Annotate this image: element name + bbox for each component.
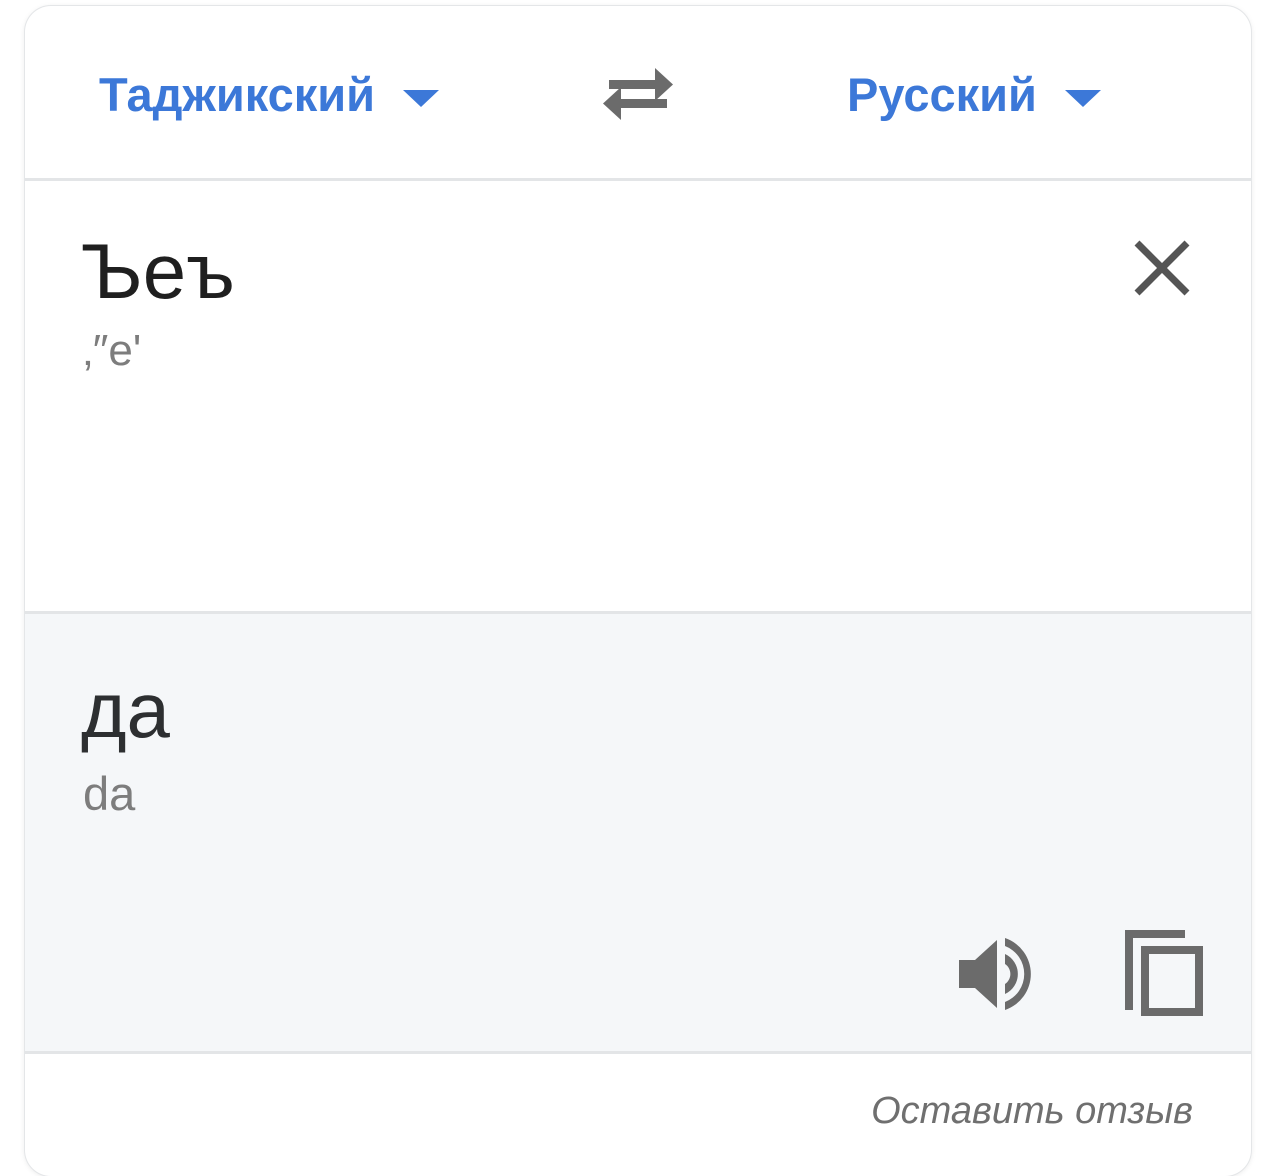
translation-output-area: да da <box>25 614 1251 1054</box>
speaker-icon <box>959 938 1031 1010</box>
source-transliteration: ‚″e' <box>83 326 142 375</box>
source-language-label: Таджикский <box>99 67 376 121</box>
source-language-selector[interactable]: Таджикский <box>99 64 440 124</box>
language-bar: Таджикский Русский <box>25 6 1251 181</box>
listen-button[interactable] <box>953 932 1037 1016</box>
clear-input-button[interactable] <box>1129 235 1195 301</box>
copy-icon <box>1125 930 1203 1016</box>
swap-languages-button[interactable] <box>597 58 679 130</box>
translate-card: Таджикский Русский Ъеъ ‚″e' да da Остави… <box>25 6 1251 1176</box>
target-language-label: Русский <box>847 67 1037 121</box>
feedback-link[interactable]: Оставить отзыв <box>871 1090 1193 1133</box>
translated-text: да <box>81 666 170 754</box>
copy-translation-button[interactable] <box>1121 926 1211 1022</box>
close-icon <box>1134 240 1190 296</box>
swap-icon <box>603 68 673 120</box>
translated-transliteration: da <box>83 767 136 820</box>
source-text[interactable]: Ъеъ <box>81 221 235 321</box>
source-input-area[interactable]: Ъеъ ‚″e' <box>25 181 1251 614</box>
caret-down-icon <box>1064 89 1101 107</box>
target-language-selector[interactable]: Русский <box>847 64 1101 124</box>
caret-down-icon <box>403 89 440 107</box>
